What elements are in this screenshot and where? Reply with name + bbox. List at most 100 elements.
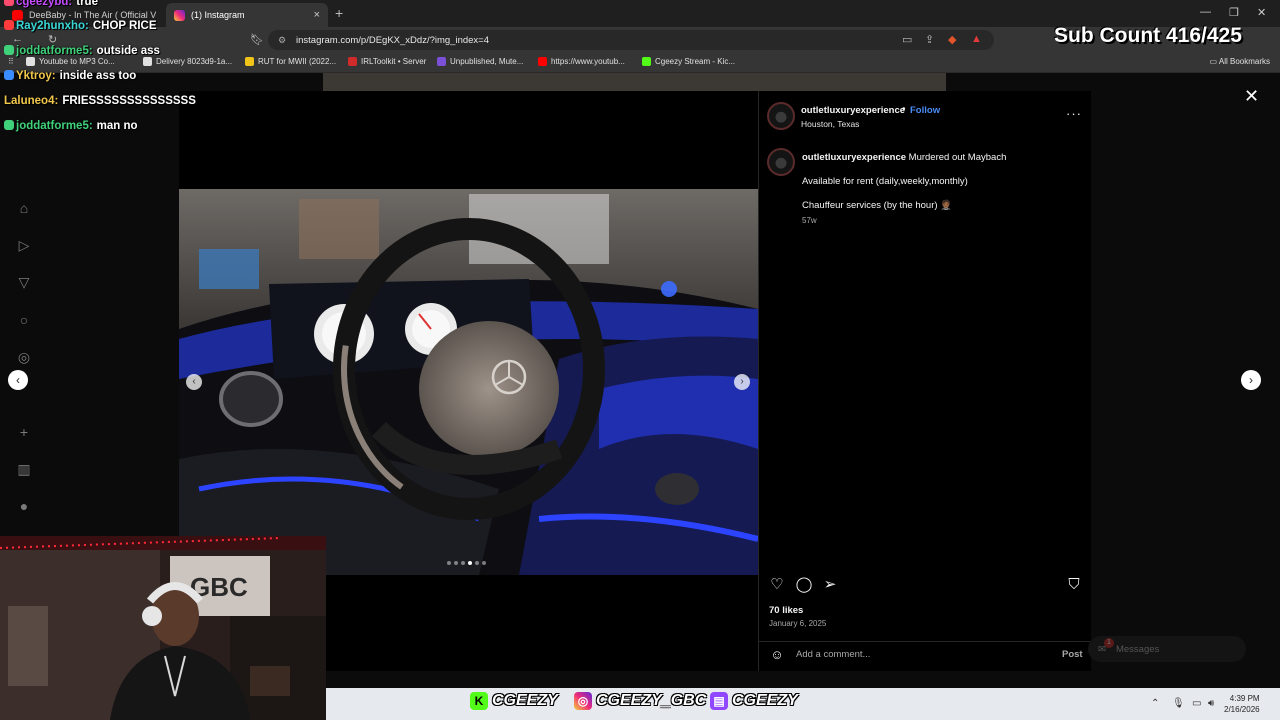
share-icon[interactable]: ➢ [821, 576, 839, 594]
carousel-indicator [447, 561, 486, 565]
chat-text: FRIESSSSSSSSSSSSSS [62, 95, 196, 107]
caption-username[interactable]: outletluxuryexperience [802, 152, 906, 163]
carousel-dot [482, 561, 486, 565]
chat-message: cgeezybd: true [4, 0, 98, 8]
bookmark-item[interactable]: IRLToolkit • Server [348, 57, 426, 66]
rewards-icon[interactable]: ▲ [971, 33, 982, 45]
chat-user: joddatforme5: [16, 120, 93, 132]
home-icon[interactable]: ⌂ [16, 200, 32, 216]
follow-button[interactable]: Follow [910, 105, 940, 116]
reels-icon[interactable]: ▷ [16, 237, 32, 253]
close-window-icon[interactable]: ✕ [1257, 6, 1266, 19]
bookmark-item[interactable]: RUT for MWII (2022... [245, 57, 336, 66]
carousel-dot [454, 561, 458, 565]
all-bookmarks-button[interactable]: ▭ All Bookmarks [1210, 57, 1270, 66]
chat-message: Yktroy: inside ass too [4, 70, 136, 82]
network-icon[interactable]: ▭ [1192, 698, 1201, 709]
caption-text: Murdered out Maybach [908, 152, 1007, 163]
close-modal-icon[interactable]: ✕ [1244, 86, 1259, 107]
chat-message: Laluneo4: FRIESSSSSSSSSSSSSS [4, 95, 196, 107]
address-bar[interactable]: ⚙ instagram.com/p/DEgKX_xDdz/?img_index=… [268, 30, 994, 50]
taskbar-clock[interactable]: 4:39 PM 2/16/2026 [1224, 693, 1260, 715]
comment-input[interactable]: Add a comment... [796, 649, 870, 660]
url-text: instagram.com/p/DEgKX_xDdz/?img_index=4 [296, 34, 489, 46]
bookmark-item[interactable]: https://www.youtub... [538, 57, 625, 66]
profile-icon[interactable]: ● [16, 498, 32, 514]
messages-badge: 1 [1104, 637, 1114, 648]
cast-icon[interactable]: ▭ [902, 33, 912, 46]
previous-post-button[interactable]: ‹ [8, 370, 28, 390]
brave-shield-icon[interactable]: ◆ [948, 33, 956, 46]
chat-text: inside ass too [59, 70, 137, 82]
next-post-button[interactable]: › [1241, 370, 1261, 390]
streamer-webcam-image: GBC [0, 536, 326, 720]
tab-instagram[interactable]: (1) Instagram × [166, 3, 328, 27]
kick-icon: K [470, 692, 488, 710]
like-heart-icon[interactable]: ♡ [768, 576, 786, 594]
divider [758, 641, 1091, 642]
bookmark-star-icon[interactable]: 🔖︎ [250, 33, 264, 46]
post-date: January 6, 2025 [769, 619, 827, 628]
carousel-prev-button[interactable]: ‹ [186, 374, 202, 390]
chat-user: Yktroy: [16, 70, 56, 82]
post-comment-button[interactable]: Post [1062, 649, 1083, 660]
post-username[interactable]: outletluxuryexperience [801, 105, 905, 116]
volume-icon[interactable]: 🔊︎ [1208, 698, 1214, 709]
carousel-dot [447, 561, 451, 565]
caption-line: Available for rent (daily,weekly,monthly… [802, 176, 968, 187]
carousel-dot [475, 561, 479, 565]
emoji-icon[interactable]: ☺ [768, 646, 786, 664]
dashboard-icon[interactable]: ▥ [16, 461, 32, 477]
chat-user: Laluneo4: [4, 95, 59, 107]
post-location[interactable]: Houston, Texas [801, 119, 859, 129]
tray-expand-icon[interactable]: ⌃ [1151, 698, 1159, 709]
tab-title: DeeBaby - In The Air ( Official Video [29, 10, 156, 20]
direct-icon[interactable]: ▽ [16, 274, 32, 290]
avatar[interactable] [767, 102, 795, 130]
microphone-icon[interactable]: 🎙︎ [1172, 698, 1185, 709]
twitch-icon: ▤ [710, 692, 728, 710]
comment-icon[interactable]: ◯ [795, 576, 813, 594]
restore-icon[interactable]: ❐ [1229, 6, 1239, 19]
save-bookmark-icon[interactable]: ⛉ [1065, 576, 1083, 594]
bookmark-item[interactable]: Delivery 8023d9-1a... [143, 57, 232, 66]
more-options-icon[interactable]: ··· [1066, 106, 1082, 121]
caption-age: 57w [802, 216, 817, 225]
shield-badge-icon [4, 120, 14, 130]
bookmark-item[interactable]: Cgeezy Stream - Kic... [642, 57, 735, 66]
dot-separator: • [902, 104, 906, 115]
caption-avatar[interactable] [767, 148, 795, 176]
sub-badge-icon [4, 0, 14, 6]
youtube-icon [12, 9, 23, 21]
chat-message: joddatforme5: outside ass [4, 45, 160, 57]
clock-date: 2/16/2026 [1224, 705, 1260, 714]
create-icon[interactable]: + [16, 424, 32, 440]
webcam-feed: GBC [0, 536, 326, 720]
chat-user: joddatforme5: [16, 45, 93, 57]
sub-badge-icon [4, 20, 14, 30]
chat-text: outside ass [96, 45, 160, 57]
minimize-icon[interactable]: — [1200, 6, 1211, 18]
chat-text: CHOP RICE [92, 20, 157, 32]
twitch-username: CGEEZY [732, 692, 798, 709]
caption-line: Chauffeur services (by the hour) 🤵🏾 [802, 200, 952, 211]
apps-icon[interactable]: ⠿ [8, 57, 14, 66]
back-icon[interactable]: ← [12, 33, 23, 45]
chat-text: man no [96, 120, 138, 132]
explore-icon[interactable]: ◎ [16, 349, 32, 365]
caption: outletluxuryexperience Murdered out Mayb… [802, 152, 1006, 163]
messenger-icon: ✉ 1 [1098, 637, 1114, 655]
new-tab-button[interactable]: + [335, 5, 343, 21]
car-interior-image [179, 189, 758, 575]
likes-count[interactable]: 70 likes [769, 605, 803, 616]
carousel-next-button[interactable]: › [734, 374, 750, 390]
search-icon[interactable]: ○ [16, 312, 32, 328]
share-icon[interactable]: ⇪ [925, 33, 934, 46]
bookmarks-bar: ⠿ Youtube to MP3 Co... Delivery 8023d9-1… [0, 53, 1280, 73]
bookmark-item[interactable]: Unpublished, Mute... [437, 57, 523, 66]
messages-button[interactable]: ✉ 1 Messages [1088, 636, 1246, 662]
bookmark-item[interactable]: Youtube to MP3 Co... [26, 57, 115, 66]
close-tab-icon[interactable]: × [314, 9, 320, 21]
kick-handle: K CGEEZY [470, 692, 558, 710]
site-info-icon[interactable]: ⚙ [278, 35, 288, 45]
